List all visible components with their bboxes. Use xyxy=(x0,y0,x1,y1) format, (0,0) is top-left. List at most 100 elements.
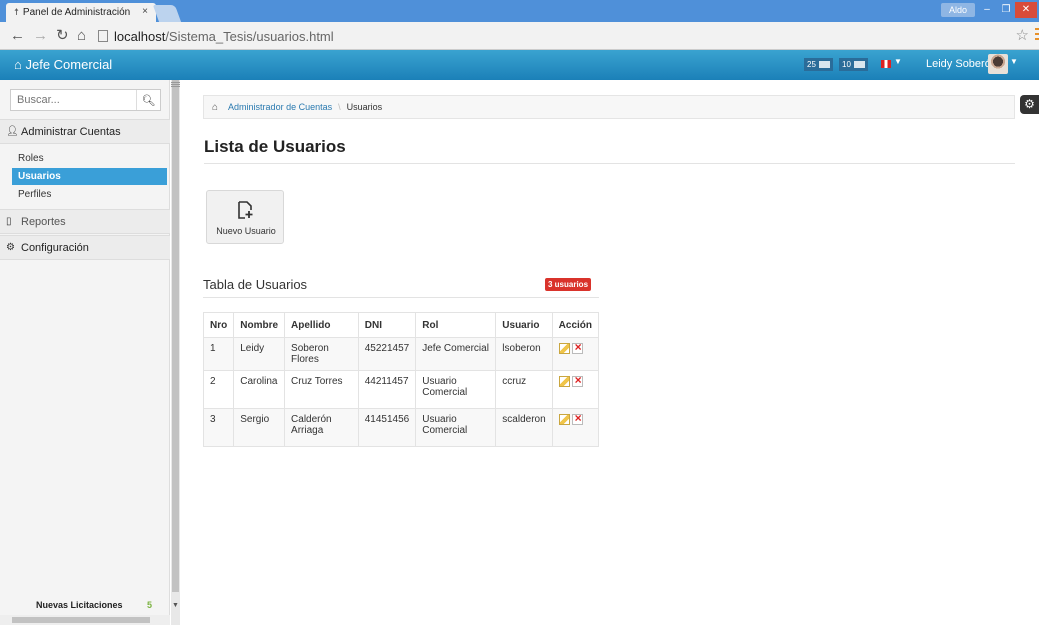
sidebar-item-profiles[interactable]: Perfiles xyxy=(0,186,170,203)
section-reports-label: Reportes xyxy=(21,215,66,228)
messages-badge[interactable]: 25 xyxy=(804,58,833,71)
page-icon xyxy=(98,30,108,42)
table-row: 1 Leidy Soberon Flores 45221457 Jefe Com… xyxy=(202,337,600,371)
cell-rol: Usuario Comercial xyxy=(415,408,497,447)
tab-title: Panel de Administración xyxy=(22,7,131,18)
delete-icon[interactable] xyxy=(571,373,583,387)
new-user-button[interactable]: Nuevo Usuario xyxy=(206,190,284,244)
cell-nombre: Leidy xyxy=(233,337,286,371)
avatar[interactable] xyxy=(988,54,1008,74)
hscrollbar-thumb[interactable] xyxy=(12,617,150,623)
search-box: 🔍︎ xyxy=(10,89,161,111)
browser-tab[interactable]: ☨ Panel de Administración × xyxy=(6,3,156,22)
tab-close-icon[interactable]: × xyxy=(142,6,148,17)
address-bar[interactable]: localhost /Sistema_Tesis/usuarios.html xyxy=(98,25,1018,47)
sidebar-hscrollbar[interactable] xyxy=(0,615,170,625)
user-name[interactable]: Leidy Soberón xyxy=(926,58,997,70)
maximize-icon[interactable]: ❐ xyxy=(997,2,1015,18)
scrollbar-grip-icon xyxy=(171,82,180,88)
user-caret-icon[interactable]: ▼ xyxy=(1010,57,1018,66)
column-header: DNI xyxy=(357,312,417,338)
breadcrumb-separator: \ xyxy=(338,102,341,112)
back-icon[interactable]: ← xyxy=(10,27,25,45)
cell-apellido: Calderón Arriaga xyxy=(284,408,359,447)
cell-accion xyxy=(551,337,600,371)
messages-count: 25 xyxy=(807,60,816,69)
app-header: ⌂ Jefe Comercial 25 10 ▼ Leidy Soberón ▼ xyxy=(0,50,1039,80)
cell-usuario: ccruz xyxy=(495,370,553,409)
sidebar-item-roles[interactable]: Roles xyxy=(0,150,170,167)
column-header: Rol xyxy=(415,312,497,338)
home-icon[interactable]: ⌂ xyxy=(212,102,218,113)
column-header: Nro xyxy=(202,312,235,338)
cell-usuario: scalderon xyxy=(495,408,553,447)
brand-label: Jefe Comercial xyxy=(25,57,113,72)
scrollbar-thumb[interactable] xyxy=(172,80,179,592)
table-row: 3 Sergio Calderón Arriaga 41451456 Usuar… xyxy=(202,408,600,447)
cell-usuario: lsoberon xyxy=(495,337,553,371)
url-host: localhost xyxy=(114,28,166,44)
reload-icon[interactable]: ↻ xyxy=(56,27,69,45)
add-file-icon xyxy=(238,201,253,219)
events-count: 10 xyxy=(842,60,851,69)
new-tab-button[interactable] xyxy=(152,5,182,22)
delete-icon[interactable] xyxy=(571,411,583,425)
sidebar-section-config[interactable]: ⚙ Configuración xyxy=(0,235,170,260)
cell-dni: 41451456 xyxy=(357,408,417,447)
window-user-badge[interactable]: Aldo xyxy=(940,3,975,17)
breadcrumb-parent[interactable]: Administrador de Cuentas xyxy=(228,102,332,112)
browser-tabbar: ☨ Panel de Administración × Aldo – ❐ ✕ xyxy=(0,0,1039,22)
search-input[interactable] xyxy=(11,90,136,110)
caret-down-icon[interactable]: ▼ xyxy=(894,57,902,66)
peru-flag-icon[interactable] xyxy=(881,60,891,68)
envelope-icon xyxy=(818,61,830,68)
sidebar-scrollbar[interactable]: ▼ xyxy=(171,80,180,625)
sidebar-footer[interactable]: Nuevas Licitaciones 5 xyxy=(0,595,170,615)
edit-icon[interactable] xyxy=(558,414,570,425)
column-header: Apellido xyxy=(284,312,359,338)
bookmark-star-icon[interactable]: ☆ xyxy=(1016,26,1029,44)
minimize-icon[interactable]: – xyxy=(978,2,996,18)
sidebar: 🔍︎ 👤︎ Administrar Cuentas Roles Usuarios… xyxy=(0,80,170,625)
cell-accion xyxy=(551,370,600,409)
sidebar-item-label: Usuarios xyxy=(18,171,61,182)
table-header-row: Nro Nombre Apellido DNI Rol Usuario Acci… xyxy=(202,312,600,338)
users-table: Nro Nombre Apellido DNI Rol Usuario Acci… xyxy=(202,312,600,447)
sidebar-section-accounts[interactable]: 👤︎ Administrar Cuentas xyxy=(0,119,170,144)
breadcrumb: ⌂ Administrador de Cuentas \ Usuarios xyxy=(203,95,1015,119)
settings-gear-icon[interactable]: ⚙ xyxy=(1020,95,1039,114)
divider xyxy=(204,163,1015,164)
brand[interactable]: ⌂ Jefe Comercial xyxy=(14,57,112,72)
events-badge[interactable]: 10 xyxy=(839,58,868,71)
footer-label: Nuevas Licitaciones xyxy=(36,600,123,610)
cell-dni: 44211457 xyxy=(357,370,417,409)
url-path: /Sistema_Tesis/usuarios.html xyxy=(165,28,334,44)
divider xyxy=(203,297,599,298)
sidebar-section-reports[interactable]: ▯ Reportes xyxy=(0,209,170,234)
calendar-icon xyxy=(853,61,865,68)
column-header: Acción xyxy=(551,312,600,338)
scroll-down-icon[interactable]: ▼ xyxy=(172,602,179,609)
close-window-icon[interactable]: ✕ xyxy=(1015,2,1037,18)
column-header: Nombre xyxy=(233,312,286,338)
edit-icon[interactable] xyxy=(558,376,570,387)
edit-icon[interactable] xyxy=(558,343,570,354)
forward-icon[interactable]: → xyxy=(33,27,48,45)
browser-menu-icon[interactable] xyxy=(1035,28,1039,42)
page-title: Lista de Usuarios xyxy=(204,137,346,156)
sidebar-item-users[interactable]: Usuarios xyxy=(12,168,167,185)
cell-nombre: Carolina xyxy=(233,370,286,409)
footer-count: 5 xyxy=(147,600,153,610)
cell-apellido: Soberon Flores xyxy=(284,337,359,371)
sidebar-item-label: Perfiles xyxy=(18,189,52,200)
user-count-badge: 3 usuarios xyxy=(545,278,592,291)
home-brand-icon: ⌂ xyxy=(14,57,22,72)
delete-icon[interactable] xyxy=(571,340,583,354)
cell-nombre: Sergio xyxy=(233,408,286,447)
page-favicon-icon: ☨ xyxy=(14,7,19,17)
home-icon[interactable]: ⌂ xyxy=(77,27,86,45)
cell-rol: Jefe Comercial xyxy=(415,337,497,371)
cell-nro: 2 xyxy=(202,370,235,409)
search-icon[interactable]: 🔍︎ xyxy=(136,90,160,110)
table-row: 2 Carolina Cruz Torres 44211457 Usuario … xyxy=(202,370,600,409)
